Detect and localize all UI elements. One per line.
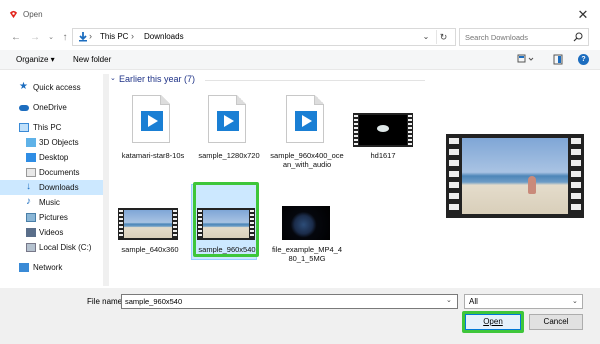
nav-item-this-pc[interactable]: This PC [0,120,108,135]
nav-label: Music [39,198,60,207]
file-name: sample_640x360 [121,245,179,254]
new-folder-button[interactable]: New folder [73,55,111,64]
nav-item-videos[interactable]: Videos [0,225,108,240]
breadcrumb-separator: › [89,31,92,41]
nav-item-downloads[interactable]: ↓ Downloads [0,180,108,195]
change-view-icon[interactable] [517,54,535,65]
help-button[interactable]: ? [578,54,589,65]
pictures-icon [26,213,36,222]
nav-label: Quick access [33,83,81,92]
address-dropdown-icon[interactable]: ⌄ [419,30,433,44]
chevron-down-icon: ⌄ [572,298,578,305]
search-icon [573,32,583,42]
videos-icon [26,228,36,237]
video-file-icon [132,95,170,143]
nav-label: Network [33,263,63,272]
file-name: file_example_MP4_480_1_5MG [271,245,343,263]
music-icon: ♪ [26,196,31,207]
file-item[interactable]: hd1617 [346,95,420,175]
cancel-button[interactable]: Cancel [529,314,583,330]
breadcrumb-downloads[interactable]: Downloads [144,32,184,41]
file-name-dropdown-icon[interactable]: ⌄ [446,296,452,304]
nav-label: OneDrive [33,103,67,112]
nav-item-documents[interactable]: Documents [0,165,108,180]
file-item[interactable]: sample_1280x720 [192,95,266,175]
nav-item-music[interactable]: ♪ Music [0,195,108,210]
download-icon: ↓ [26,181,31,192]
command-bar: Organize ▾ New folder ? [0,50,600,70]
disk-icon [26,243,36,252]
nav-label: Desktop [39,153,69,162]
app-icon [9,10,18,19]
file-name: sample_960x400_ocean_with_audio [270,151,344,169]
documents-icon [26,168,36,177]
star-icon: ★ [19,81,28,92]
search-box[interactable] [459,28,589,46]
file-name: katamari-star8-10s [121,151,185,160]
file-type-value: All [469,297,478,306]
file-name-label: File name: [87,297,125,306]
forward-arrow-icon[interactable]: → [28,31,42,45]
nav-item-3d-objects[interactable]: 3D Objects [0,135,108,150]
nav-label: Local Disk (C:) [39,243,92,252]
video-file-icon [208,95,246,143]
close-button[interactable]: ✕ [574,6,592,24]
nav-item-desktop[interactable]: Desktop [0,150,108,165]
preview-thumbnail [446,134,584,218]
nav-label: Pictures [39,213,68,222]
file-item[interactable]: sample_960x400_ocean_with_audio [270,95,344,175]
video-thumbnail [353,113,413,147]
organize-button[interactable]: Organize ▾ [16,55,55,64]
network-icon [19,263,29,272]
nav-label: 3D Objects [39,138,79,147]
preview-pane-icon[interactable] [553,54,563,65]
group-collapse-icon[interactable]: ⌄ [110,74,116,82]
nav-item-local-disk[interactable]: Local Disk (C:) [0,240,108,255]
cloud-icon [19,105,29,111]
nav-label: Videos [39,228,64,237]
video-thumbnail [118,208,178,240]
video-thumbnail [282,206,330,240]
window-title: Open [23,10,43,19]
recent-chevron-icon[interactable]: ⌄ [44,31,58,45]
title-bar [0,0,600,28]
open-button-highlight [462,311,524,333]
back-arrow-icon[interactable]: ← [9,31,23,45]
file-item[interactable]: katamari-star8-10s [116,95,190,175]
breadcrumb-this-pc[interactable]: This PC [100,32,128,41]
downloads-folder-icon [79,32,87,42]
group-divider [205,80,425,81]
desktop-icon [26,153,36,162]
refresh-icon[interactable]: ↻ [436,30,450,44]
nav-label: Documents [39,168,80,177]
file-item[interactable]: file_example_MP4_480_1_5MG [270,184,344,264]
nav-item-network[interactable]: Network [0,260,108,275]
file-name-input[interactable] [121,294,458,309]
video-file-icon [286,95,324,143]
nav-item-pictures[interactable]: Pictures [0,210,108,225]
nav-scrollbar[interactable] [103,74,109,286]
navigation-pane: ★ Quick access OneDrive This PC 3D Objec… [0,72,110,287]
file-item[interactable]: sample_640x360 [113,184,187,264]
breadcrumb-separator: › [131,31,134,41]
file-name: sample_1280x720 [198,151,260,160]
nav-label: This PC [33,123,62,132]
address-bar[interactable]: › This PC › Downloads ⌄ ↻ [72,28,456,46]
file-name: hd1617 [370,151,396,160]
computer-icon [19,123,29,132]
file-type-select[interactable]: All ⌄ [464,294,583,309]
nav-label: Downloads [39,183,79,192]
nav-item-onedrive[interactable]: OneDrive [0,100,108,115]
up-arrow-icon[interactable]: ↑ [58,31,72,45]
search-input[interactable] [465,32,570,42]
nav-item-quick-access[interactable]: ★ Quick access [0,80,108,95]
cube-icon [26,138,36,147]
group-header[interactable]: Earlier this year (7) [119,74,195,84]
selection-highlight [193,182,259,257]
